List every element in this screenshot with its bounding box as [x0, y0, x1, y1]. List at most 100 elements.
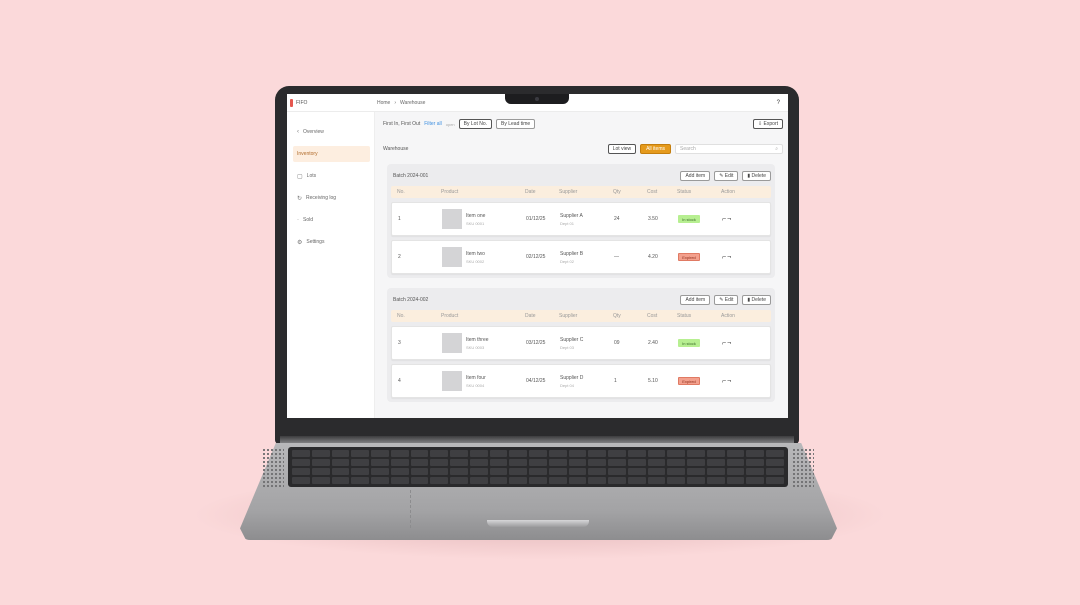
- speaker-grille-left: [262, 448, 284, 488]
- keyboard-key: [726, 450, 745, 457]
- keyboard-key: [627, 450, 646, 457]
- product-cell: Item four SKU 0004: [442, 371, 522, 391]
- edit-button[interactable]: ✎ Edit: [714, 295, 739, 305]
- col-supplier: Supplier: [559, 189, 578, 195]
- sidebar: ‹ Overview Inventory ▢ Lots ↻ Receiving …: [287, 112, 375, 418]
- cell-qty: 09: [614, 340, 620, 346]
- keyboard-key: [706, 477, 725, 484]
- sidebar-item-inventory[interactable]: Inventory: [293, 146, 370, 162]
- cell-cost: 4.20: [648, 254, 658, 260]
- keyboard-key: [331, 468, 350, 475]
- export-label: Export: [763, 121, 778, 127]
- cell-cost: 5.10: [648, 378, 658, 384]
- cell-date: 02/12/25: [526, 254, 546, 260]
- group-header: Batch 2024-001 Add item ✎ Edit ▮ Delete: [391, 168, 771, 184]
- keyboard-key: [351, 468, 370, 475]
- sidebar-item-label: Lots: [306, 173, 317, 179]
- filter-link[interactable]: Filter all: [424, 121, 442, 127]
- help-icon[interactable]: ?: [777, 100, 780, 106]
- cell-qty: —: [614, 254, 619, 260]
- camera-notch: [505, 94, 569, 104]
- filter-button-lot[interactable]: By Lot No.: [458, 119, 493, 129]
- product-sku: SKU 0004: [466, 382, 485, 388]
- col-no: No.: [397, 313, 405, 319]
- edit-button[interactable]: ✎ Edit: [714, 171, 739, 181]
- filter-button-lead-time[interactable]: By Lead time: [496, 119, 536, 129]
- row-actions-icon[interactable]: ⌐¬: [722, 216, 752, 223]
- chevron-icon: ‹: [297, 129, 299, 135]
- keyboard-key: [746, 468, 765, 475]
- sidebar-item-settings[interactable]: ⚙ Settings: [293, 234, 370, 250]
- keyboard-key: [489, 450, 508, 457]
- cell-supplier: Supplier A: [560, 212, 583, 219]
- delete-button[interactable]: ▮ Delete: [742, 295, 771, 305]
- product-thumbnail: [442, 333, 462, 353]
- table-row[interactable]: 1 Item one SKU 0001 01/12/25 Supplier A De…: [391, 202, 771, 236]
- keyboard-key: [351, 477, 370, 484]
- cell-supplier: Supplier C: [560, 336, 584, 343]
- product-thumbnail: [442, 209, 462, 229]
- row-actions-icon[interactable]: ⌐¬: [722, 340, 752, 347]
- row-actions-icon[interactable]: ⌐¬: [722, 378, 752, 385]
- keyboard-key: [469, 477, 488, 484]
- keyboard-key: [509, 477, 528, 484]
- keyboard-key: [627, 468, 646, 475]
- export-button[interactable]: ⇩ Export: [752, 119, 783, 129]
- keyboard-key: [766, 459, 784, 466]
- col-product: Product: [441, 313, 459, 319]
- row-actions-icon[interactable]: ⌐¬: [722, 254, 752, 261]
- keyboard-key: [667, 477, 686, 484]
- cell-supplier: Supplier D: [560, 374, 584, 381]
- table-row[interactable]: 2 Item two SKU 0002 02/12/25 Supplier B De…: [391, 240, 771, 274]
- sidebar-item-sold[interactable]: · Sold: [293, 212, 370, 228]
- table-row[interactable]: 4 Item four SKU 0004 04/12/25 Supplier DD…: [391, 364, 771, 398]
- delete-button[interactable]: ▮ Delete: [742, 171, 771, 181]
- all-items-button[interactable]: All items: [640, 144, 671, 154]
- product-sku: SKU 0001: [466, 220, 485, 226]
- sidebar-item-overview[interactable]: ‹ Overview: [293, 124, 370, 140]
- sidebar-item-lots[interactable]: ▢ Lots: [293, 168, 370, 184]
- product-cell: Item two SKU 0002: [442, 247, 522, 267]
- sidebar-item-label: Inventory: [297, 151, 318, 157]
- col-qty: Qty: [613, 313, 621, 319]
- keyboard-key: [726, 468, 745, 475]
- keyboard-key: [647, 477, 666, 484]
- col-action: Action: [721, 313, 735, 319]
- brand-name: FIFO: [296, 99, 308, 106]
- keyboard-key: [450, 450, 468, 457]
- tag-icon: ·: [297, 217, 299, 223]
- keyboard-key: [292, 450, 310, 457]
- filter-label: First In, First Out: [383, 121, 421, 127]
- table-row[interactable]: 3 Item three SKU 0003 03/12/25 Supplier C…: [391, 326, 771, 360]
- keyboard-key: [469, 450, 488, 457]
- product-name: Item two: [466, 250, 485, 257]
- keyboard-key: [548, 477, 567, 484]
- add-item-button[interactable]: Add item: [680, 171, 711, 181]
- add-item-button[interactable]: Add item: [680, 295, 711, 305]
- keyboard-key: [667, 459, 686, 466]
- breadcrumb-item[interactable]: Home: [377, 100, 390, 106]
- search-input[interactable]: Search ⌕: [675, 144, 783, 154]
- breadcrumb-item[interactable]: Warehouse: [400, 100, 425, 106]
- product-cell: Item three SKU 0003: [442, 333, 522, 353]
- cell-supplier-sub: Dept 01: [560, 220, 575, 226]
- keyboard-key: [430, 477, 449, 484]
- lot-view-button[interactable]: Lot view: [607, 144, 637, 154]
- keyboard-key: [726, 459, 745, 466]
- status-badge: In stock: [678, 339, 700, 347]
- keyboard-key: [627, 477, 646, 484]
- cell-date: 01/12/25: [526, 216, 546, 222]
- col-date: Date: [525, 189, 536, 195]
- brand[interactable]: FIFO: [287, 98, 377, 107]
- main-content: First In, First Out Filter all open By L…: [375, 112, 788, 418]
- keyboard-key: [331, 450, 350, 457]
- col-no: No.: [397, 189, 405, 195]
- keyboard-key: [292, 468, 310, 475]
- keyboard-key: [371, 468, 389, 475]
- edit-label: Edit: [724, 173, 734, 179]
- sidebar-item-receiving-log[interactable]: ↻ Receiving log: [293, 190, 370, 206]
- gear-icon: ⚙: [297, 239, 303, 246]
- group-header: Batch 2024-002 Add item ✎ Edit ▮ Delete: [391, 292, 771, 308]
- receive-icon: ↻: [297, 195, 303, 202]
- product-thumbnail: [442, 247, 462, 267]
